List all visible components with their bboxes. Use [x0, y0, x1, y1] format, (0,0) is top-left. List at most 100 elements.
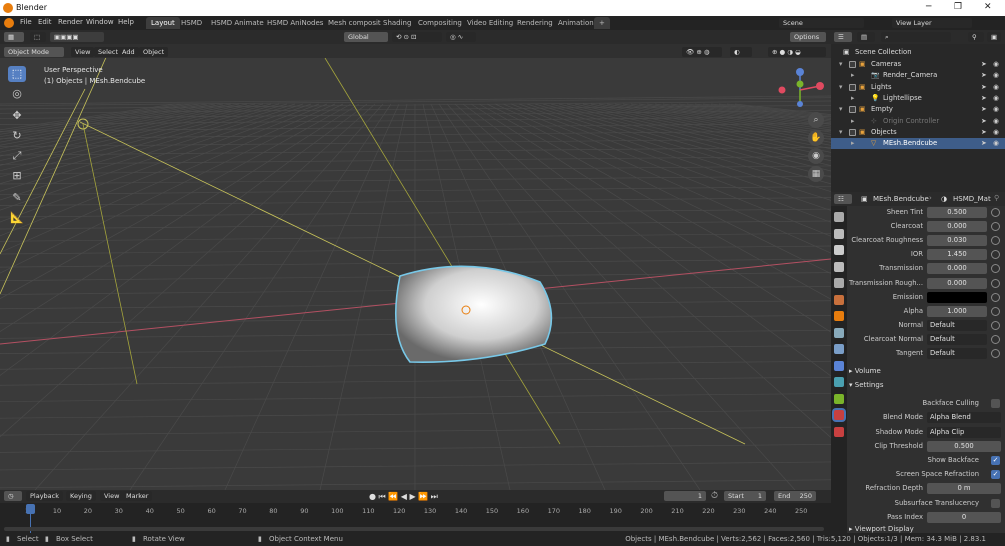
- include-checkbox[interactable]: [849, 128, 856, 136]
- menu-edit[interactable]: Edit: [38, 18, 52, 26]
- zoom-icon[interactable]: ⌕: [808, 112, 824, 128]
- constraints-tab-icon[interactable]: [834, 377, 844, 387]
- prop-value-field[interactable]: 0.000: [927, 263, 987, 275]
- tab-layout[interactable]: Layout: [146, 17, 180, 29]
- transform-icon[interactable]: ⊞: [8, 168, 26, 184]
- prop-value-field[interactable]: 0.000: [927, 221, 987, 233]
- rotate-icon[interactable]: ↻: [8, 128, 26, 144]
- setting-checkbox[interactable]: [991, 399, 1000, 409]
- socket-link-icon[interactable]: [991, 306, 1000, 316]
- data-tab-icon[interactable]: [834, 393, 844, 404]
- close-icon[interactable]: ✕: [984, 2, 992, 12]
- tab-compositing[interactable]: Compositing: [413, 17, 467, 29]
- properties-editor-type-icon[interactable]: ☷: [834, 194, 852, 204]
- tab-animation[interactable]: Animation: [553, 17, 599, 29]
- navigation-gizmo[interactable]: [776, 66, 824, 114]
- selectable-icon[interactable]: ➤: [981, 93, 987, 104]
- expand-arrow-icon[interactable]: ▸: [851, 70, 854, 81]
- menu-view[interactable]: View: [71, 47, 95, 57]
- display-mode-icon[interactable]: ▤: [857, 32, 875, 42]
- move-icon[interactable]: ✥: [8, 108, 26, 124]
- scene-selector[interactable]: Scene: [779, 18, 864, 28]
- camera-view-icon[interactable]: ◉: [808, 148, 824, 164]
- socket-link-icon[interactable]: [991, 208, 1000, 217]
- menu-render[interactable]: Render: [58, 18, 83, 26]
- selectable-icon[interactable]: ➤: [981, 70, 987, 81]
- socket-link-icon[interactable]: [991, 349, 1000, 358]
- settings-panel-header[interactable]: ▾ Settings: [849, 381, 1001, 393]
- selectable-icon[interactable]: ➤: [981, 116, 987, 127]
- object-tab-icon[interactable]: [834, 311, 844, 321]
- prop-value-field[interactable]: 1.000: [927, 305, 987, 317]
- outliner-row-cameras[interactable]: ▾ ▣ Cameras ◉ ➤: [831, 59, 1005, 70]
- selectable-icon[interactable]: ➤: [981, 127, 987, 138]
- selectable-icon[interactable]: ➤: [981, 59, 987, 70]
- expand-arrow-icon[interactable]: ▾: [839, 59, 842, 70]
- select-mode-icons[interactable]: ▣▣▣▣: [50, 32, 104, 42]
- socket-link-icon[interactable]: [991, 334, 1000, 344]
- prop-value-field[interactable]: 0.000: [927, 277, 987, 289]
- setting-value-field[interactable]: 0 m: [927, 483, 1001, 495]
- tab-rendering[interactable]: Rendering: [512, 17, 558, 29]
- tool-tab-icon[interactable]: [834, 212, 844, 222]
- expand-arrow-icon[interactable]: ▾: [839, 104, 842, 115]
- modifier-tab-icon[interactable]: [834, 327, 844, 338]
- prop-value-field[interactable]: 0.500: [927, 207, 987, 218]
- 3d-viewport[interactable]: User Perspective (1) Objects | MEsh.Bend…: [0, 44, 831, 490]
- tab-hsmd-aninodes[interactable]: HSMD AniNodes: [262, 17, 328, 29]
- pan-hand-icon[interactable]: ✋: [808, 130, 824, 146]
- bendcube-object[interactable]: [395, 265, 553, 363]
- physics-tab-icon[interactable]: [834, 360, 844, 371]
- expand-arrow-icon[interactable]: ▸: [851, 93, 854, 104]
- material-tab-icon[interactable]: [834, 410, 844, 420]
- tab-mesh-composit[interactable]: Mesh composit: [323, 17, 386, 29]
- outliner-row-objects[interactable]: ▾ ▣ Objects ◉ ➤: [831, 127, 1005, 138]
- setting-value-field[interactable]: Alpha Clip: [927, 426, 1001, 438]
- shading-mode-icons[interactable]: ⊕ ● ◑ ◒: [768, 47, 826, 57]
- prop-value-field[interactable]: Default: [927, 333, 987, 345]
- outliner-row-empty[interactable]: ▾ ▣ Empty ◉ ➤: [831, 104, 1005, 115]
- include-checkbox[interactable]: [849, 106, 856, 114]
- options-button[interactable]: Options: [790, 32, 826, 42]
- outliner-row-lightellipse[interactable]: ▸ 💡 Lightellipse ◉ ➤: [831, 93, 1005, 104]
- menu-file[interactable]: File: [20, 18, 32, 26]
- setting-value-field[interactable]: 0: [927, 511, 1001, 523]
- outliner-editor-type-icon[interactable]: ☰: [834, 32, 852, 42]
- eye-icon[interactable]: ◉: [993, 59, 999, 70]
- new-collection-icon[interactable]: ▣: [987, 32, 1001, 42]
- ortho-grid-icon[interactable]: ▦: [808, 166, 824, 182]
- maximize-icon[interactable]: ❐: [954, 2, 962, 12]
- socket-link-icon[interactable]: [991, 320, 1000, 330]
- scale-icon[interactable]: ⤢: [8, 148, 26, 164]
- socket-link-icon[interactable]: [991, 250, 1000, 260]
- measure-icon[interactable]: 📐: [8, 210, 26, 226]
- prop-value-field[interactable]: 0.030: [927, 235, 987, 247]
- texture-tab-icon[interactable]: [834, 426, 844, 437]
- menu-help[interactable]: Help: [118, 18, 134, 26]
- setting-checkbox[interactable]: ✓: [991, 455, 1000, 465]
- select-box-icon[interactable]: ⬚: [8, 66, 26, 82]
- expand-arrow-icon[interactable]: ▸: [851, 138, 854, 149]
- outliner-row-origin-controller[interactable]: ▸ ⊹ Origin Controller ◉ ➤: [831, 116, 1005, 127]
- pivot-snap-icons[interactable]: ⟲ ⊙ ⊡: [392, 32, 442, 42]
- proportional-edit-icon[interactable]: ◎ ∿: [446, 32, 476, 42]
- render-tab-icon[interactable]: [834, 228, 844, 239]
- prop-value-field[interactable]: Default: [927, 319, 987, 331]
- tab-hsmd[interactable]: HSMD: [176, 17, 207, 29]
- eye-icon[interactable]: ◉: [993, 138, 999, 149]
- scene-tab-icon[interactable]: [834, 278, 844, 288]
- eye-icon[interactable]: ◉: [993, 104, 999, 115]
- view-layer-tab-icon[interactable]: [834, 261, 844, 272]
- outliner-row-render-camera[interactable]: ▸ 📷 Render_Camera ◉ ➤: [831, 70, 1005, 81]
- menu-add[interactable]: Add: [118, 47, 139, 57]
- setting-value-field[interactable]: 0.500: [927, 440, 1001, 452]
- transform-orientation[interactable]: Global: [344, 32, 388, 42]
- mode-selector[interactable]: Object Mode: [4, 47, 64, 57]
- setting-checkbox[interactable]: ✓: [991, 470, 1000, 480]
- annotate-icon[interactable]: ✎: [8, 190, 26, 206]
- menu-object[interactable]: Object: [139, 47, 169, 57]
- add-workspace-icon[interactable]: +: [594, 17, 610, 29]
- eye-icon[interactable]: ◉: [993, 127, 999, 138]
- socket-link-icon[interactable]: [991, 264, 1000, 274]
- setting-value-field[interactable]: Alpha Blend: [927, 412, 1001, 424]
